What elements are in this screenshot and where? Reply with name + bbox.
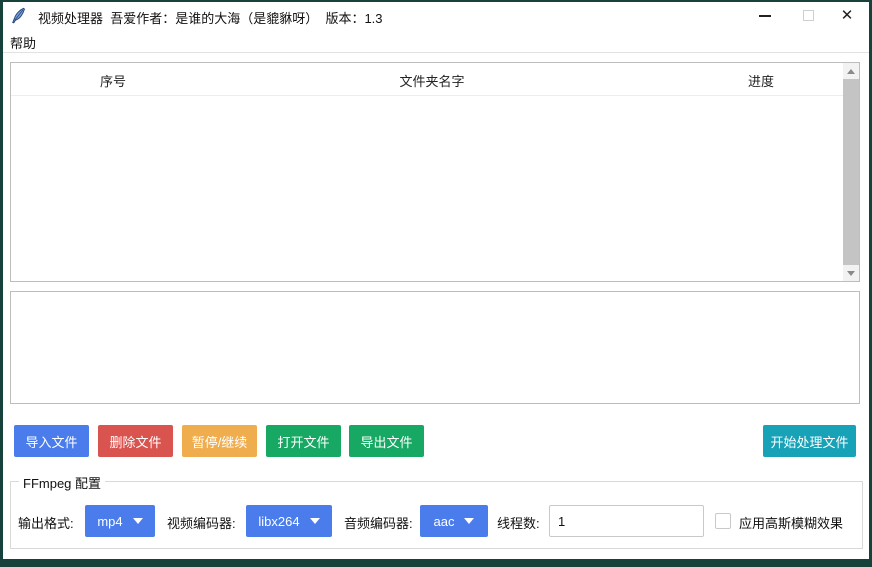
triangle-down-icon <box>847 271 855 276</box>
feather-app-icon <box>10 7 27 24</box>
scroll-down-button[interactable] <box>843 265 859 281</box>
vertical-scrollbar[interactable] <box>843 63 859 281</box>
chevron-down-icon <box>133 518 143 524</box>
menu-item-help[interactable]: 帮助 <box>3 29 43 56</box>
open-files-button[interactable]: 打开文件 <box>266 425 341 457</box>
chevron-down-icon <box>310 518 320 524</box>
audio-encoder-dropdown[interactable]: aac <box>420 505 488 537</box>
close-button[interactable]: ✕ <box>827 2 867 29</box>
threads-input[interactable] <box>549 505 704 537</box>
audio-encoder-value: aac <box>434 514 455 529</box>
window-border-left <box>0 0 3 567</box>
table-body[interactable] <box>11 97 843 281</box>
audio-encoder-label: 音频编码器: <box>344 513 413 532</box>
threads-label: 线程数: <box>497 513 540 532</box>
pause-resume-button[interactable]: 暂停/继续 <box>182 425 257 457</box>
video-encoder-label: 视频编码器: <box>167 513 236 532</box>
gaussian-blur-label: 应用高斯模糊效果 <box>739 513 843 532</box>
scroll-up-button[interactable] <box>843 63 859 79</box>
column-header-progress[interactable]: 进度 <box>716 71 806 90</box>
window-title: 视频处理器 吾爱作者：是谁的大海（是貔貅呀） 版本：1.3 <box>38 8 383 27</box>
column-header-index[interactable]: 序号 <box>63 71 163 90</box>
import-files-button[interactable]: 导入文件 <box>14 425 89 457</box>
app-window: 视频处理器 吾爱作者：是谁的大海（是貔貅呀） 版本：1.3 ✕ 帮助 序号 文件… <box>0 0 872 567</box>
output-format-dropdown[interactable]: mp4 <box>85 505 155 537</box>
video-encoder-value: libx264 <box>258 514 299 529</box>
chevron-down-icon <box>464 518 474 524</box>
start-processing-button[interactable]: 开始处理文件 <box>763 425 856 457</box>
table-header: 序号 文件夹名字 进度 <box>11 63 859 96</box>
log-panel[interactable] <box>10 291 860 404</box>
group-legend: FFmpeg 配置 <box>19 473 105 492</box>
column-header-folder[interactable]: 文件夹名字 <box>377 71 487 90</box>
minimize-icon <box>759 15 771 17</box>
titlebar: 视频处理器 吾爱作者：是谁的大海（是貔貅呀） 版本：1.3 ✕ <box>3 2 869 29</box>
video-encoder-dropdown[interactable]: libx264 <box>246 505 332 537</box>
maximize-icon <box>803 10 814 21</box>
window-border-top <box>0 0 872 2</box>
maximize-button[interactable] <box>788 2 828 29</box>
minimize-button[interactable] <box>745 2 785 29</box>
gaussian-blur-checkbox[interactable] <box>715 513 731 529</box>
output-format-label: 输出格式: <box>18 513 74 532</box>
delete-files-button[interactable]: 删除文件 <box>98 425 173 457</box>
menubar: 帮助 <box>3 29 869 53</box>
scrollbar-thumb[interactable] <box>843 79 859 265</box>
file-table[interactable]: 序号 文件夹名字 进度 <box>10 62 860 282</box>
output-format-value: mp4 <box>97 514 122 529</box>
close-icon: ✕ <box>841 8 854 23</box>
triangle-up-icon <box>847 69 855 74</box>
export-files-button[interactable]: 导出文件 <box>349 425 424 457</box>
window-border-bottom <box>0 559 872 567</box>
